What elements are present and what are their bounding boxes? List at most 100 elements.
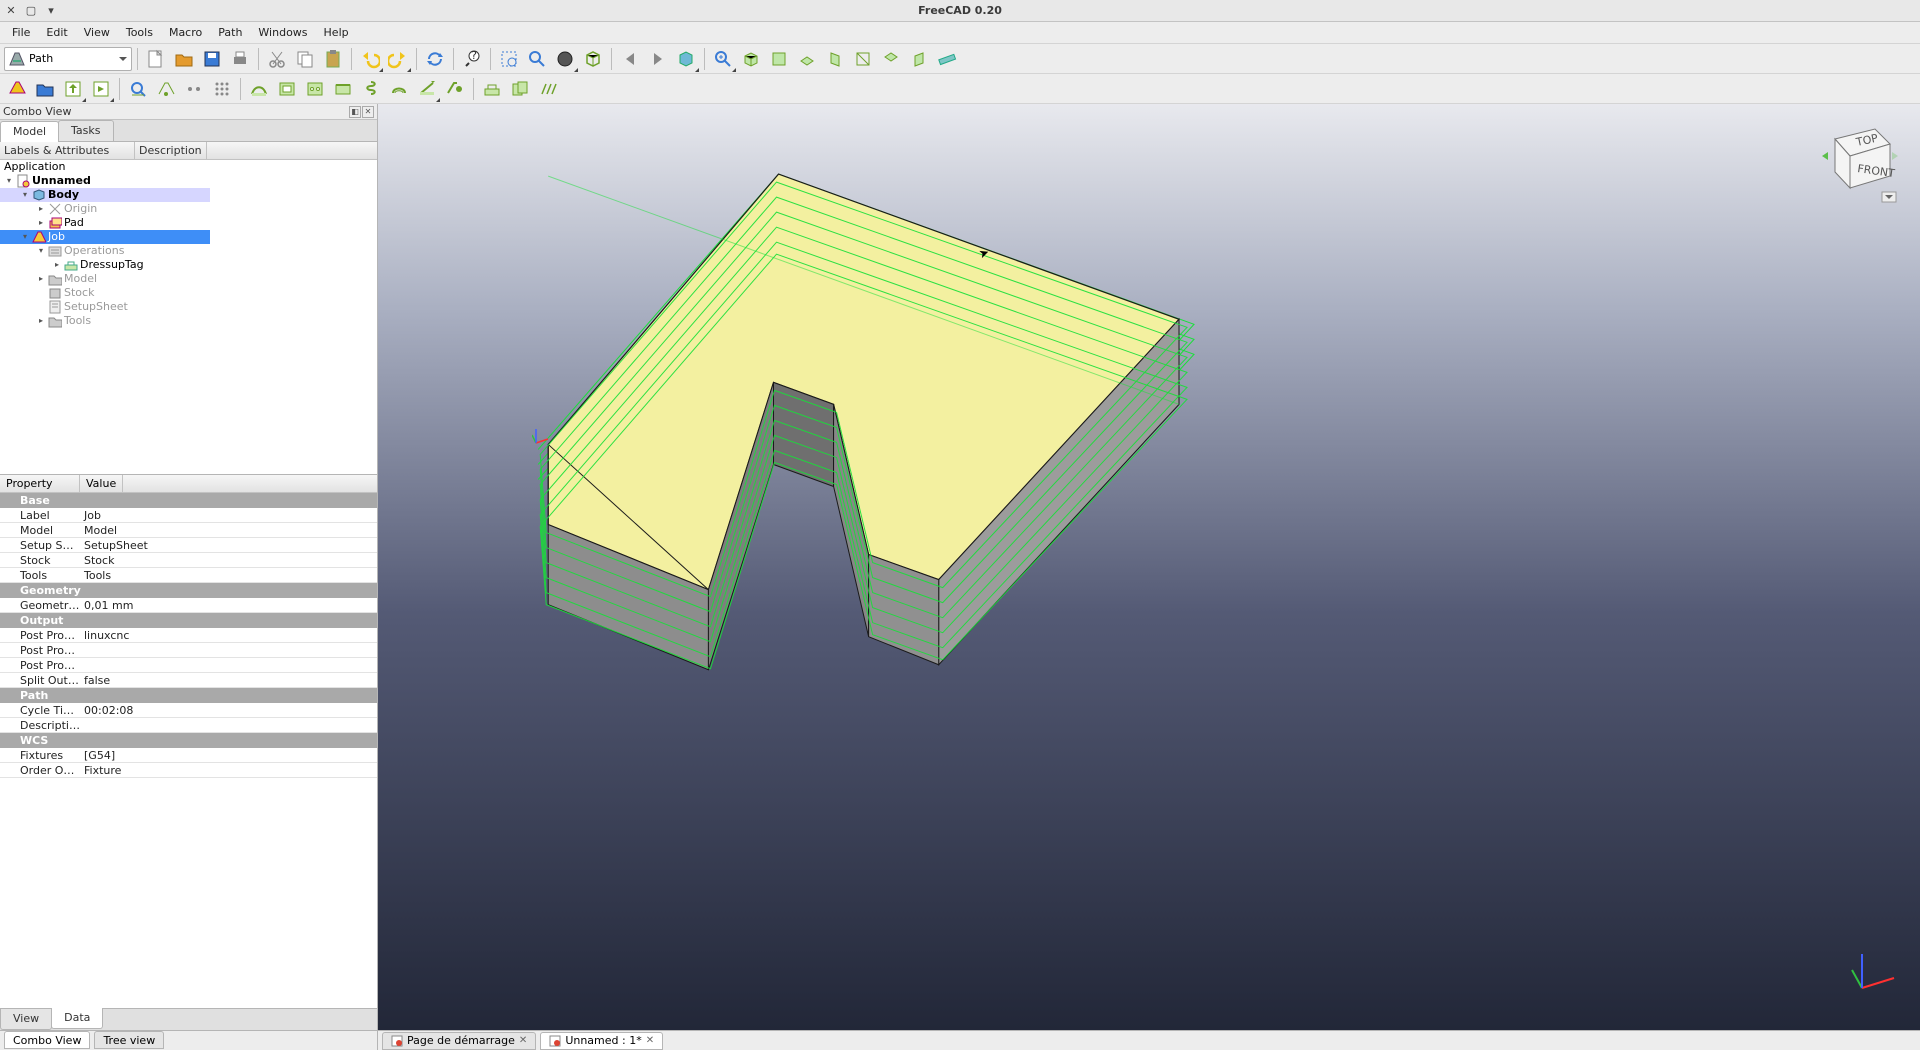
menu-file[interactable]: File [4, 23, 38, 42]
property-row[interactable]: ModelModel [0, 523, 377, 538]
property-row[interactable]: ToolsTools [0, 568, 377, 583]
bbox-icon[interactable] [580, 46, 606, 72]
helix-icon[interactable] [358, 76, 384, 102]
property-group[interactable]: Output [0, 613, 377, 628]
tab-model[interactable]: Model [0, 121, 59, 142]
navcube-left-arrow-icon[interactable] [1822, 152, 1828, 160]
expand-icon[interactable]: ▾ [20, 190, 30, 200]
open-icon[interactable] [171, 46, 197, 72]
property-header-value[interactable]: Value [80, 475, 123, 492]
property-row[interactable]: Geometry T…0,01 mm [0, 598, 377, 613]
property-value[interactable] [80, 718, 377, 732]
dots1-icon[interactable] [181, 76, 207, 102]
left-icon[interactable] [906, 46, 932, 72]
expand-icon[interactable] [36, 302, 46, 312]
cut-icon[interactable] [264, 46, 290, 72]
save-icon[interactable] [199, 46, 225, 72]
whatsthis-icon[interactable]: ? [459, 46, 485, 72]
menu-edit[interactable]: Edit [38, 23, 75, 42]
expand-icon[interactable]: ▾ [4, 176, 14, 186]
tree-row[interactable]: ▸DressupTag [0, 258, 377, 272]
property-row[interactable]: Split Outputfalse [0, 673, 377, 688]
front-icon[interactable] [766, 46, 792, 72]
property-grid[interactable]: BaseLabelJobModelModelSetup SheetSetupSh… [0, 493, 377, 1008]
float-panel-icon[interactable]: ◧ [349, 106, 361, 118]
expand-icon[interactable]: ▸ [36, 274, 46, 284]
open-job-icon[interactable] [32, 76, 58, 102]
menu-macro[interactable]: Macro [161, 23, 210, 42]
iso-icon[interactable] [738, 46, 764, 72]
back-icon[interactable] [617, 46, 643, 72]
tree-row[interactable]: SetupSheet [0, 300, 377, 314]
link-nav-icon[interactable] [673, 46, 699, 72]
tree-row[interactable]: ▾Job [0, 230, 210, 244]
refresh-icon[interactable] [422, 46, 448, 72]
property-group[interactable]: Geometry [0, 583, 377, 598]
property-group[interactable]: WCS [0, 733, 377, 748]
property-row[interactable]: Order Outp…Fixture [0, 763, 377, 778]
property-header-name[interactable]: Property [0, 475, 80, 492]
bottom-icon[interactable] [878, 46, 904, 72]
tree-root[interactable]: Application [0, 160, 377, 174]
close-tab-icon[interactable]: ✕ [646, 1035, 654, 1046]
adaptive-icon[interactable] [386, 76, 412, 102]
draw-style-icon[interactable] [552, 46, 578, 72]
zoom-icon[interactable] [524, 46, 550, 72]
tab-tasks[interactable]: Tasks [58, 120, 113, 141]
footer-tab-combo-view[interactable]: Combo View [4, 1031, 90, 1049]
property-value[interactable] [80, 643, 377, 657]
document-tab[interactable]: Unnamed : 1*✕ [540, 1032, 663, 1050]
export-icon[interactable] [60, 76, 86, 102]
tree-row[interactable]: Stock [0, 286, 377, 300]
property-row[interactable]: Post Proce…linuxcnc [0, 628, 377, 643]
property-value[interactable]: SetupSheet [80, 538, 377, 552]
expand-icon[interactable]: ▾ [36, 246, 46, 256]
tree-row[interactable]: ▸Pad [0, 216, 377, 230]
dots-grid-icon[interactable] [209, 76, 235, 102]
minimize-icon[interactable]: ▾ [46, 6, 56, 16]
property-value[interactable]: Fixture [80, 763, 377, 777]
tree-row[interactable]: ▸Tools [0, 314, 377, 328]
face-icon[interactable] [330, 76, 356, 102]
tab-data[interactable]: Data [51, 1008, 103, 1029]
property-value[interactable]: Tools [80, 568, 377, 582]
post-icon[interactable] [88, 76, 114, 102]
property-value[interactable]: 0,01 mm [80, 598, 377, 612]
model-tree[interactable]: Application ▾Unnamed▾Body▸Origin▸Pad▾Job… [0, 160, 377, 475]
workbench-selector[interactable]: Path [4, 47, 132, 71]
tree-row[interactable]: ▾Unnamed [0, 174, 377, 188]
menu-tools[interactable]: Tools [118, 23, 161, 42]
measure-icon[interactable] [934, 46, 960, 72]
property-value[interactable]: Stock [80, 553, 377, 567]
rear-icon[interactable] [850, 46, 876, 72]
property-row[interactable]: Description [0, 718, 377, 733]
tree-row[interactable]: ▸Model [0, 272, 377, 286]
tree-header-labels[interactable]: Labels & Attributes [0, 142, 135, 159]
property-row[interactable]: Cycle Time00:02:08 [0, 703, 377, 718]
close-tab-icon[interactable]: ✕ [519, 1035, 527, 1046]
property-row[interactable]: Post Proce… [0, 658, 377, 673]
deburr-icon[interactable] [442, 76, 468, 102]
property-value[interactable]: Job [80, 508, 377, 522]
profile-icon[interactable] [246, 76, 272, 102]
property-row[interactable]: Setup SheetSetupSheet [0, 538, 377, 553]
tree-row[interactable]: ▾Body [0, 188, 210, 202]
property-group[interactable]: Path [0, 688, 377, 703]
property-value[interactable]: Model [80, 523, 377, 537]
close-panel-icon[interactable]: ✕ [362, 106, 374, 118]
close-icon[interactable]: ✕ [6, 6, 16, 16]
paste-icon[interactable] [320, 46, 346, 72]
maximize-icon[interactable]: ▢ [26, 6, 36, 16]
drill-icon[interactable] [302, 76, 328, 102]
expand-icon[interactable]: ▸ [36, 316, 46, 326]
sim-icon[interactable] [153, 76, 179, 102]
menu-windows[interactable]: Windows [250, 23, 315, 42]
expand-icon[interactable]: ▸ [36, 218, 46, 228]
zoom-in-icon[interactable] [710, 46, 736, 72]
tree-row[interactable]: ▸Origin [0, 202, 377, 216]
right-icon[interactable] [822, 46, 848, 72]
expand-icon[interactable]: ▸ [52, 260, 62, 270]
footer-tab-tree-view[interactable]: Tree view [94, 1031, 164, 1049]
copy-op-icon[interactable] [507, 76, 533, 102]
array-icon[interactable] [535, 76, 561, 102]
